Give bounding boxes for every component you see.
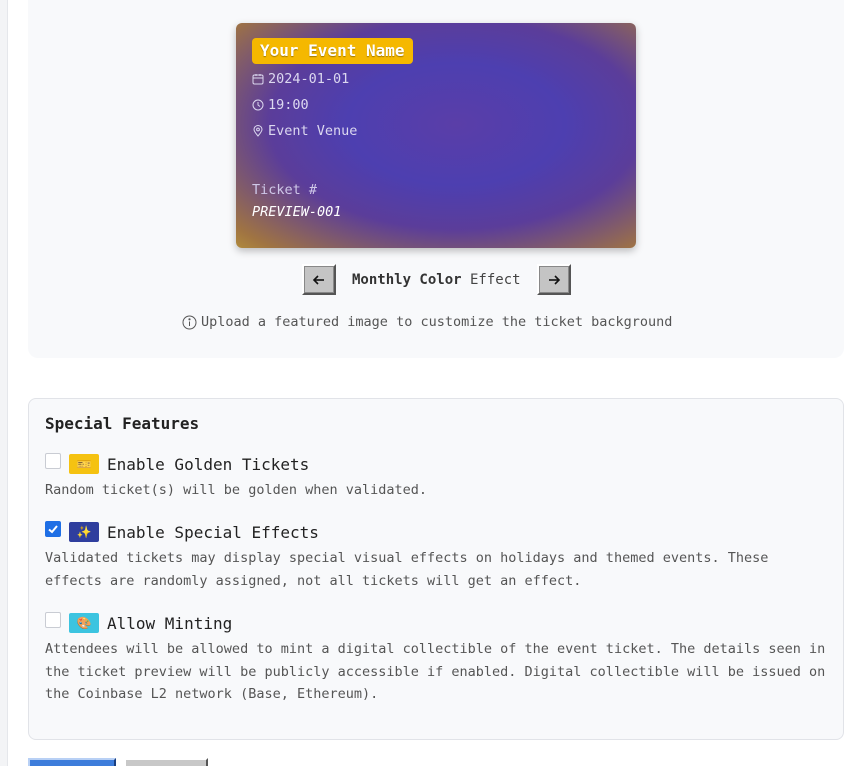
ticket-venue: Event Venue [268, 123, 358, 139]
effect-name-bold: Monthly Color [352, 271, 462, 288]
secondary-action-button[interactable] [124, 758, 208, 766]
ticket-emoji-icon: 🎫 [69, 454, 99, 474]
effect-selector: Monthly Color Effect [302, 264, 571, 295]
next-effect-button[interactable] [536, 264, 571, 295]
effect-name: Monthly Color Effect [336, 272, 537, 288]
location-pin-icon [253, 125, 263, 137]
feature-special-effects: ✨ Enable Special Effects Validated ticke… [45, 519, 827, 592]
sparkles-emoji-icon: ✨ [69, 522, 99, 542]
ticket-number-code: PREVIEW-001 [252, 204, 342, 220]
arrow-left-icon [312, 274, 324, 285]
special-effects-checkbox[interactable] [45, 521, 61, 537]
calendar-icon [252, 74, 264, 85]
checkmark-icon [48, 525, 58, 534]
ticket-venue-row: Event Venue [252, 123, 357, 139]
ticket-emoji-glyph: 🎫 [76, 457, 92, 471]
golden-tickets-label[interactable]: Enable Golden Tickets [107, 455, 309, 474]
hint-text: Upload a featured image to customize the… [201, 314, 673, 330]
effect-name-suffix: Effect [461, 271, 521, 288]
allow-minting-label[interactable]: Allow Minting [107, 614, 232, 633]
arrow-right-icon [548, 274, 560, 285]
special-effects-description: Validated tickets may display special vi… [45, 550, 769, 589]
ticket-number-label: Ticket # [252, 182, 318, 198]
ticket-date: 2024-01-01 [268, 71, 350, 87]
clock-icon [252, 99, 264, 111]
golden-tickets-description: Random ticket(s) will be golden when val… [45, 482, 428, 498]
special-effects-label[interactable]: Enable Special Effects [107, 523, 319, 542]
primary-action-button[interactable] [28, 758, 116, 766]
special-features-panel: Special Features 🎫 Enable Golden Tickets… [28, 398, 844, 740]
left-border [0, 0, 8, 766]
ticket-time: 19:00 [268, 97, 309, 113]
ticket-date-row: 2024-01-01 [252, 71, 349, 87]
allow-minting-description: Attendees will be allowed to mint a digi… [45, 641, 826, 702]
ticket-time-row: 19:00 [252, 97, 309, 113]
feature-golden-tickets: 🎫 Enable Golden Tickets Random ticket(s)… [45, 451, 827, 502]
previous-effect-button[interactable] [302, 264, 336, 295]
info-icon [182, 315, 197, 329]
palette-emoji-glyph: 🎨 [76, 616, 92, 630]
event-name: Your Event Name [252, 38, 413, 64]
ticket-preview-card: Your Event Name 2024-01-01 19:00 Event V… [236, 23, 636, 248]
palette-emoji-icon: 🎨 [69, 613, 99, 633]
background-hint: Upload a featured image to customize the… [182, 314, 672, 330]
sparkles-emoji-glyph: ✨ [76, 525, 92, 539]
special-features-title: Special Features [45, 414, 200, 433]
golden-tickets-checkbox[interactable] [45, 453, 61, 469]
allow-minting-checkbox[interactable] [45, 612, 61, 628]
feature-allow-minting: 🎨 Allow Minting Attendees will be allowe… [45, 610, 827, 706]
